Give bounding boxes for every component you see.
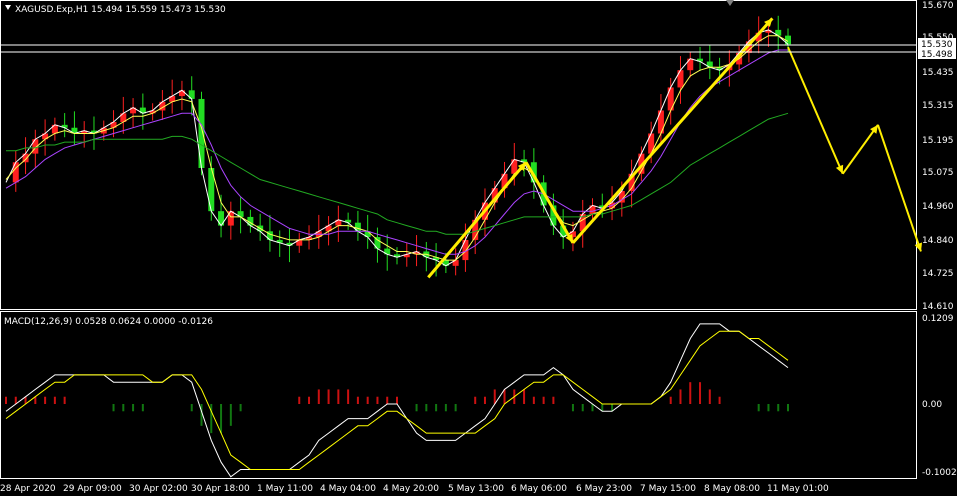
price-tick: 14.840 <box>922 236 954 246</box>
candle-body <box>687 58 694 71</box>
price-tick: 15.315 <box>922 101 954 111</box>
main-panel-header: XAGUSD.Exp,H1 15.494 15.559 15.473 15.53… <box>15 5 226 15</box>
time-tick: 6 May 06:00 <box>511 484 567 494</box>
price-tick: 14.610 <box>922 302 954 312</box>
time-tick: 4 May 20:00 <box>383 484 439 494</box>
trading-terminal: XAGUSD.Exp,H1 15.494 15.559 15.473 15.53… <box>0 0 957 496</box>
time-tick: 4 May 04:00 <box>320 484 376 494</box>
price-tick: 14.725 <box>922 269 954 279</box>
candle-body <box>657 110 664 134</box>
time-tick: 30 Apr 18:00 <box>191 484 250 494</box>
macd-tick: 0.1209 <box>922 314 954 324</box>
time-tick: 1 May 11:00 <box>257 484 313 494</box>
time-tick: 28 Apr 2020 <box>0 484 56 494</box>
price-tick: 15.670 <box>922 1 954 11</box>
ask-price-label: 15.498 <box>921 50 953 60</box>
time-tick: 7 May 15:00 <box>640 484 696 494</box>
candle-body <box>677 70 684 88</box>
time-tick: 6 May 23:00 <box>576 484 632 494</box>
price-tick: 15.195 <box>922 136 954 146</box>
candle-body <box>12 162 19 183</box>
time-tick: 8 May 08:00 <box>704 484 760 494</box>
macd-tick: -0.1002 <box>922 468 957 478</box>
macd-panel-header: MACD(12,26,9) 0.0528 0.0624 0.0000 -0.01… <box>4 317 213 327</box>
price-tick: 15.075 <box>922 168 954 178</box>
time-tick: 11 May 01:00 <box>767 484 829 494</box>
price-tick: 14.960 <box>922 202 954 212</box>
time-tick: 5 May 13:00 <box>448 484 504 494</box>
macd-tick: 0.00 <box>922 400 942 410</box>
price-tick: 15.435 <box>922 68 954 78</box>
time-tick: 30 Apr 02:00 <box>129 484 188 494</box>
candle-body <box>198 98 205 169</box>
background <box>0 0 957 496</box>
time-tick: 29 Apr 09:00 <box>63 484 122 494</box>
